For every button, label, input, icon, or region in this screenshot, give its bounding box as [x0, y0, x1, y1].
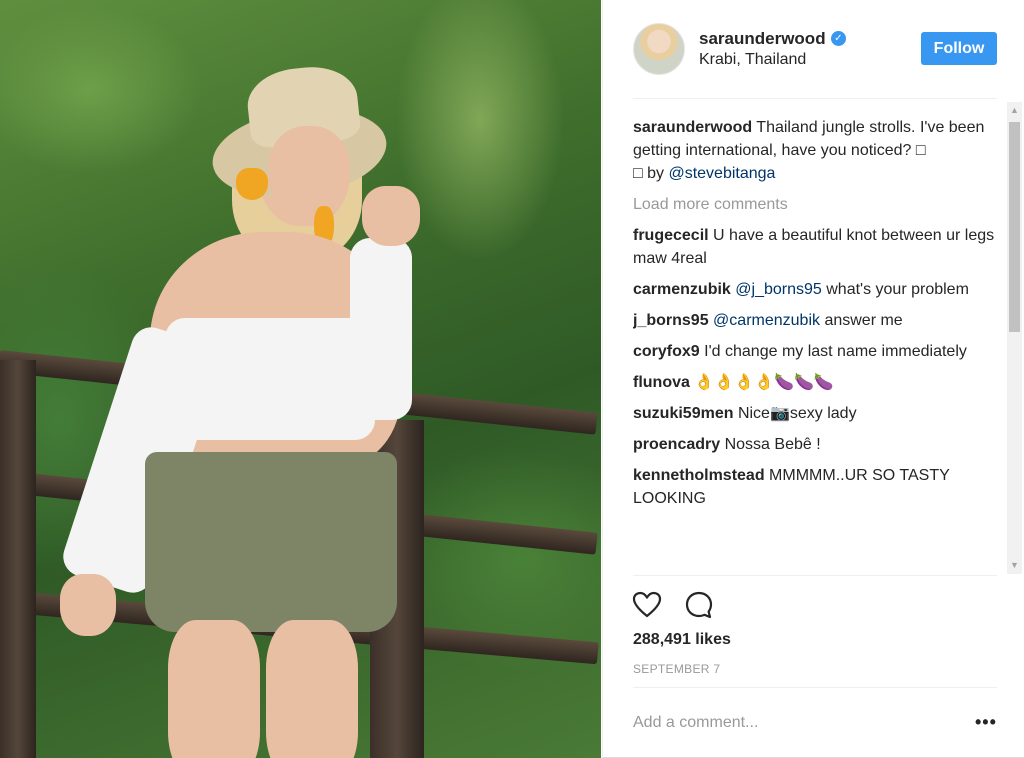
- model-leg-right: [266, 620, 358, 758]
- caption: saraunderwood Thailand jungle strolls. I…: [633, 116, 1001, 185]
- scroll-up-arrow-icon[interactable]: ▲: [1007, 102, 1022, 119]
- action-bar: [631, 589, 751, 621]
- earring-left: [236, 168, 268, 200]
- comment-username[interactable]: kennetholmstead: [633, 467, 765, 484]
- model-hand-left: [60, 574, 116, 636]
- comments-list: saraunderwood Thailand jungle strolls. I…: [633, 116, 1001, 574]
- comments-scrollbar[interactable]: ▲ ▼: [1007, 102, 1022, 574]
- list-item: proencadry Nossa Bebê !: [633, 433, 1001, 456]
- comment-username[interactable]: frugececil: [633, 227, 709, 244]
- comment-icon[interactable]: [683, 589, 715, 621]
- more-options-icon[interactable]: •••: [975, 712, 997, 733]
- model-face-front: [268, 126, 350, 220]
- post-username[interactable]: saraunderwood: [699, 29, 826, 49]
- caption-mention[interactable]: @stevebitanga: [668, 165, 775, 182]
- add-comment-input[interactable]: [633, 709, 953, 737]
- heart-icon[interactable]: [631, 589, 663, 621]
- comment-mention[interactable]: @carmenzubik: [713, 312, 820, 329]
- verified-badge-icon: ✓: [831, 31, 846, 46]
- list-item: j_borns95 @carmenzubik answer me: [633, 309, 1001, 332]
- list-item: kennetholmstead MMMMM..UR SO TASTY LOOKI…: [633, 464, 1001, 510]
- comment-username[interactable]: suzuki59men: [633, 405, 733, 422]
- likes-count[interactable]: 288,491 likes: [633, 631, 731, 649]
- model-shorts: [145, 452, 397, 632]
- comment-text: what's your problem: [826, 281, 969, 298]
- post-location[interactable]: Krabi, Thailand: [699, 51, 806, 69]
- model-sleeve-right: [350, 238, 412, 420]
- list-item: suzuki59men Nice📷sexy lady: [633, 402, 1001, 425]
- post-header: saraunderwood ✓ Krabi, Thailand Follow: [603, 0, 1024, 98]
- add-comment-divider: [633, 687, 997, 688]
- railing-post-left: [0, 360, 36, 758]
- follow-button[interactable]: Follow: [921, 32, 997, 65]
- load-more-comments-link[interactable]: Load more comments: [633, 193, 1001, 216]
- comments-divider: [633, 575, 997, 576]
- comment-text: I'd change my last name immediately: [704, 343, 967, 360]
- post-photo[interactable]: [0, 0, 601, 758]
- comment-text: answer me: [824, 312, 903, 329]
- comment-username[interactable]: flunova: [633, 374, 690, 391]
- list-item: carmenzubik @j_borns95 what's your probl…: [633, 278, 1001, 301]
- model-hand-right: [362, 186, 420, 246]
- header-divider: [633, 98, 997, 99]
- caption-username[interactable]: saraunderwood: [633, 119, 752, 136]
- caption-text-line2: □ by: [633, 165, 665, 182]
- list-item: flunova 👌👌👌👌🍆🍆🍆: [633, 371, 1001, 394]
- comment-username[interactable]: coryfox9: [633, 343, 700, 360]
- comment-username[interactable]: carmenzubik: [633, 281, 731, 298]
- avatar[interactable]: [633, 23, 685, 75]
- post-date[interactable]: SEPTEMBER 7: [633, 662, 720, 676]
- list-item: frugececil U have a beautiful knot betwe…: [633, 224, 1001, 270]
- scroll-down-arrow-icon[interactable]: ▼: [1007, 557, 1022, 574]
- comment-text: 👌👌👌👌🍆🍆🍆: [694, 374, 834, 391]
- post-details-panel: saraunderwood ✓ Krabi, Thailand Follow s…: [602, 0, 1024, 758]
- comment-mention[interactable]: @j_borns95: [735, 281, 822, 298]
- comment-username[interactable]: proencadry: [633, 436, 720, 453]
- list-item: coryfox9 I'd change my last name immedia…: [633, 340, 1001, 363]
- comment-username[interactable]: j_borns95: [633, 312, 709, 329]
- model-leg-left: [168, 620, 260, 758]
- comment-text: Nice📷sexy lady: [737, 405, 857, 422]
- comment-text: Nossa Bebê !: [724, 436, 821, 453]
- scrollbar-thumb[interactable]: [1009, 122, 1020, 332]
